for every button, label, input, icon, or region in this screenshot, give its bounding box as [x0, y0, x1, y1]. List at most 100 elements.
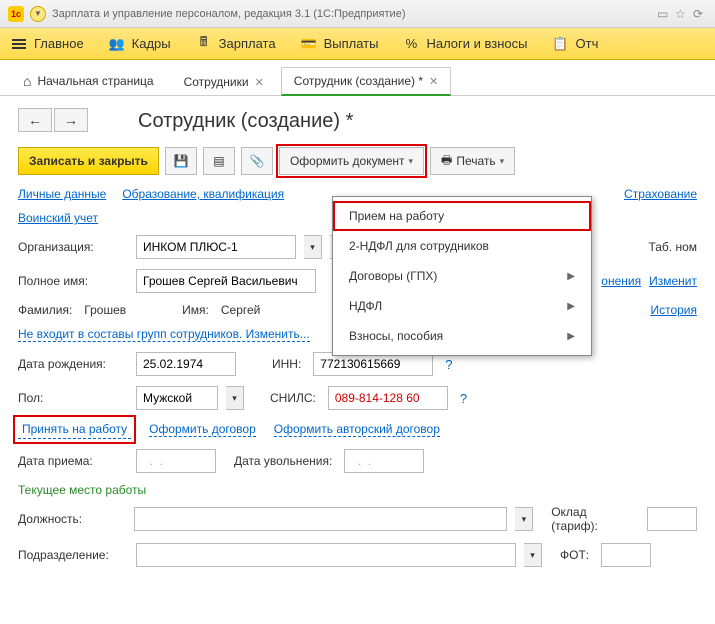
hire-link[interactable]: Принять на работу	[18, 420, 131, 439]
menu-item-contracts-label: Договоры (ГПХ)	[349, 269, 437, 283]
history-link[interactable]: История	[650, 303, 697, 317]
oformit-label: Оформить документ	[290, 154, 405, 168]
tab-education-link[interactable]: Образование, квалификация	[122, 187, 284, 201]
menu-item-contracts[interactable]: Договоры (ГПХ) ▶	[333, 261, 591, 291]
menu-kadry[interactable]: 👥 Кадры	[108, 36, 171, 51]
surname-value: Грошев	[84, 303, 126, 317]
name-value: Сергей	[221, 303, 261, 317]
main-menu: Главное 👥 Кадры 🖩 Зарплата 💳 Выплаты % Н…	[0, 28, 715, 60]
tab-employee-create[interactable]: Сотрудник (создание) * ✕	[281, 67, 451, 96]
menu-zarplata[interactable]: 🖩 Зарплата	[195, 36, 276, 51]
report-icon: 📋	[552, 37, 570, 51]
snils-help[interactable]: ?	[460, 391, 467, 406]
window-title: Зарплата и управление персоналом, редакц…	[52, 8, 405, 20]
fire-date-label: Дата увольнения:	[234, 454, 332, 468]
attach-button[interactable]: 📎	[241, 147, 273, 175]
print-label: Печать	[456, 154, 495, 168]
percent-icon: %	[402, 37, 420, 51]
fullname-input[interactable]	[136, 269, 316, 293]
menu-item-2ndfl[interactable]: 2-НДФЛ для сотрудников	[333, 231, 591, 261]
save-icon: 💾	[173, 154, 188, 168]
menu-nalogi[interactable]: % Налоги и взносы	[402, 36, 527, 51]
menu-home[interactable]: Главное	[10, 36, 84, 51]
nav-forward-button[interactable]: →	[54, 108, 88, 132]
chevron-down-icon: ▾	[409, 156, 414, 167]
clip-icon: 📎	[249, 154, 264, 168]
oformit-document-button[interactable]: Оформить документ ▾	[279, 147, 424, 175]
fullname-label: Полное имя:	[18, 274, 128, 288]
org-dropdown-button[interactable]: ▾	[304, 235, 322, 259]
position-dropdown-button[interactable]: ▾	[515, 507, 533, 531]
app-logo-icon: 1c	[8, 6, 24, 22]
gender-dropdown-button[interactable]: ▾	[226, 386, 244, 410]
list-button[interactable]: ▤	[203, 147, 235, 175]
menu-kadry-label: Кадры	[132, 36, 171, 51]
org-input[interactable]	[136, 235, 296, 259]
position-label: Должность:	[18, 512, 126, 526]
org-label: Организация:	[18, 240, 128, 254]
tabno-label: Таб. ном	[648, 240, 697, 254]
oformit-dropdown-menu: Прием на работу 2-НДФЛ для сотрудников Д…	[332, 196, 592, 356]
position-input[interactable]	[134, 507, 507, 531]
close-icon[interactable]: ✕	[255, 76, 264, 89]
titlebar: 1c ▼ Зарплата и управление персоналом, р…	[0, 0, 715, 28]
contract-link[interactable]: Оформить договор	[149, 422, 256, 437]
tb-icon-3[interactable]: ⟳	[693, 7, 707, 21]
birthdate-input[interactable]	[136, 352, 236, 376]
list-icon: ▤	[213, 154, 224, 168]
clarify-link[interactable]: онения	[601, 274, 641, 288]
menu-otch-label: Отч	[576, 36, 599, 51]
tab-employees[interactable]: Сотрудники ✕	[171, 68, 277, 95]
inn-label: ИНН:	[272, 357, 301, 371]
menu-item-ndfl[interactable]: НДФЛ ▶	[333, 291, 591, 321]
close-icon[interactable]: ✕	[429, 75, 438, 88]
page-title: Сотрудник (создание) *	[138, 110, 697, 133]
department-input[interactable]	[136, 543, 516, 567]
people-icon: 👥	[108, 37, 126, 51]
menu-item-ndfl-label: НДФЛ	[349, 299, 382, 313]
menu-item-vznosy[interactable]: Взносы, пособия ▶	[333, 321, 591, 351]
menu-otch[interactable]: 📋 Отч	[552, 36, 599, 51]
tb-icon-2[interactable]: ☆	[675, 7, 689, 21]
submenu-arrow-icon: ▶	[567, 301, 575, 312]
tab-military-link[interactable]: Воинский учет	[18, 211, 98, 225]
department-dropdown-button[interactable]: ▾	[524, 543, 542, 567]
hire-date-label: Дата приема:	[18, 454, 128, 468]
fot-input[interactable]	[601, 543, 651, 567]
nav-back-button[interactable]: ←	[18, 108, 52, 132]
home-icon: ⌂	[23, 73, 31, 89]
wallet-icon: 💳	[300, 37, 318, 51]
save-close-button[interactable]: Записать и закрыть	[18, 147, 159, 175]
tab-personal-link[interactable]: Личные данные	[18, 187, 106, 201]
current-place-label: Текущее место работы	[18, 483, 697, 497]
oklad-input[interactable]	[647, 507, 697, 531]
surname-label: Фамилия:	[18, 303, 72, 317]
fot-label: ФОТ:	[560, 548, 589, 562]
toolbar: Записать и закрыть 💾 ▤ 📎 Оформить докуме…	[18, 147, 697, 175]
tb-icon-1[interactable]: ▭	[657, 7, 671, 21]
app-menu-dropdown[interactable]: ▼	[30, 6, 46, 22]
menu-zarplata-label: Зарплата	[219, 36, 276, 51]
groups-link[interactable]: Не входит в составы групп сотрудников. И…	[18, 327, 310, 342]
tab-employee-create-label: Сотрудник (создание) *	[294, 74, 423, 88]
gender-input[interactable]	[136, 386, 218, 410]
print-button[interactable]: 🖶 Печать ▾	[430, 147, 515, 175]
tab-home[interactable]: ⌂ Начальная страница	[10, 66, 167, 95]
inn-help[interactable]: ?	[445, 357, 452, 372]
menu-item-hire[interactable]: Прием на работу	[333, 201, 591, 231]
fire-date-input[interactable]	[344, 449, 424, 473]
tab-employees-label: Сотрудники	[184, 75, 249, 89]
hire-date-input[interactable]	[136, 449, 216, 473]
tab-insurance-link[interactable]: Страхование	[624, 187, 697, 201]
menu-vyplaty[interactable]: 💳 Выплаты	[300, 36, 379, 51]
gender-label: Пол:	[18, 391, 128, 405]
change-link[interactable]: Изменит	[649, 274, 697, 288]
name-label: Имя:	[182, 303, 209, 317]
chevron-down-icon: ▾	[500, 156, 505, 167]
tabs-bar: ⌂ Начальная страница Сотрудники ✕ Сотруд…	[0, 60, 715, 96]
menu-nalogi-label: Налоги и взносы	[426, 36, 527, 51]
author-contract-link[interactable]: Оформить авторский договор	[274, 422, 440, 437]
snils-input[interactable]	[328, 386, 448, 410]
tab-home-label: Начальная страница	[37, 74, 153, 88]
save-button[interactable]: 💾	[165, 147, 197, 175]
